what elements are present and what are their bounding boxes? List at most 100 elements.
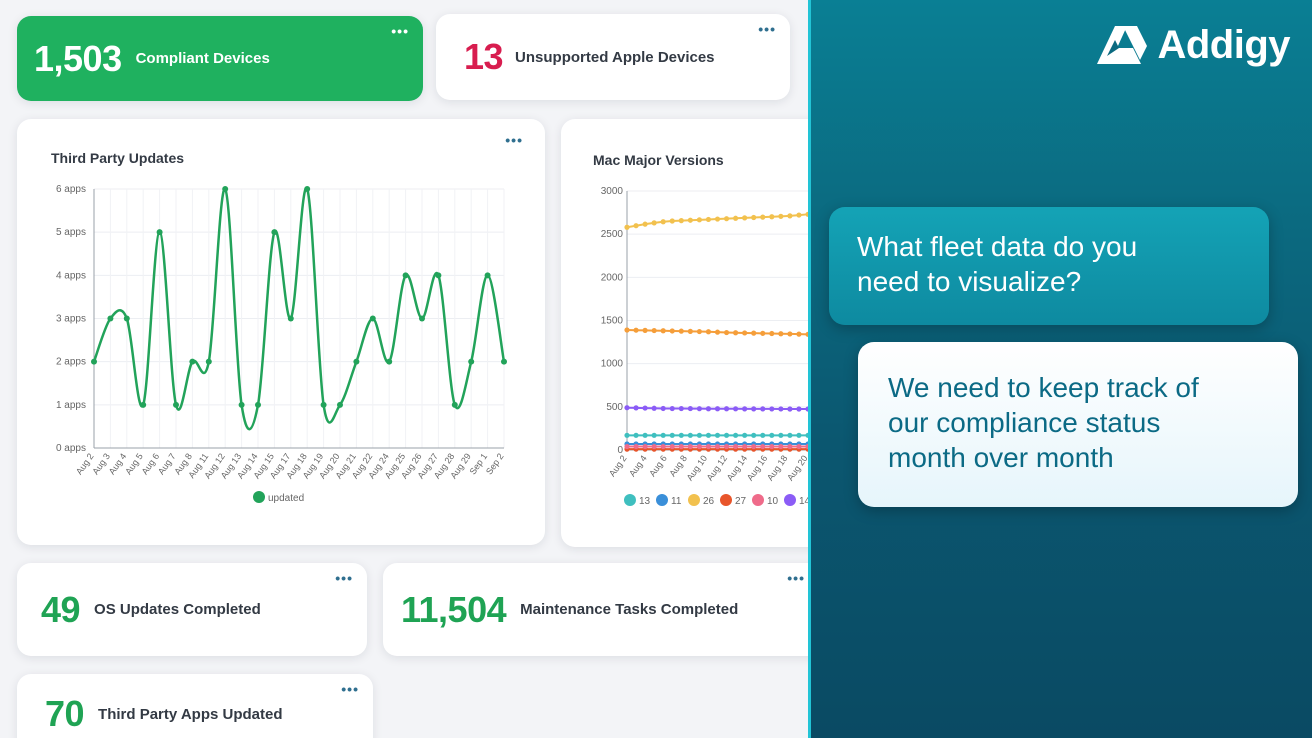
data-point bbox=[769, 214, 775, 220]
data-point bbox=[107, 315, 114, 322]
data-point bbox=[723, 406, 730, 412]
brand: Addigy bbox=[1093, 22, 1290, 68]
legend-swatch bbox=[720, 494, 732, 506]
data-point bbox=[642, 221, 648, 227]
data-point bbox=[760, 330, 766, 336]
unsupported-devices-count: 13 bbox=[464, 36, 504, 77]
data-point bbox=[624, 405, 630, 411]
data-point bbox=[222, 186, 229, 192]
data-point bbox=[678, 443, 684, 450]
brand-name: Addigy bbox=[1157, 22, 1290, 67]
data-point bbox=[778, 331, 784, 337]
data-point bbox=[451, 401, 458, 408]
chat-bubble-question: What fleet data do you need to visualize… bbox=[829, 207, 1269, 325]
data-point bbox=[633, 405, 639, 411]
more-options-icon[interactable]: ••• bbox=[787, 571, 805, 585]
data-point bbox=[714, 443, 721, 450]
data-point bbox=[705, 329, 712, 335]
legend-label: updated bbox=[268, 493, 304, 504]
unsupported-devices-card[interactable]: ••• 13 Unsupported Apple Devices bbox=[436, 14, 790, 100]
more-options-icon[interactable]: ••• bbox=[335, 571, 353, 585]
data-point bbox=[633, 223, 639, 229]
data-point bbox=[320, 401, 327, 408]
maintenance-tasks-card[interactable]: ••• 11,504 Maintenance Tasks Completed bbox=[383, 563, 823, 656]
data-point bbox=[742, 330, 748, 336]
data-point bbox=[687, 443, 693, 450]
data-point bbox=[696, 406, 702, 412]
data-point bbox=[787, 443, 793, 450]
legend-swatch bbox=[656, 494, 668, 506]
data-point bbox=[733, 432, 739, 438]
legend-swatch bbox=[688, 494, 700, 506]
compliant-devices-card[interactable]: ••• 1,503 Compliant Devices bbox=[17, 16, 423, 101]
data-point bbox=[660, 328, 666, 334]
data-point bbox=[742, 432, 748, 438]
data-point bbox=[751, 406, 757, 412]
x-tick-label: Aug 6 bbox=[647, 453, 669, 478]
y-tick-label: 2000 bbox=[601, 272, 624, 283]
compliant-devices-label: Compliant Devices bbox=[135, 50, 270, 67]
third-party-apps-count: 70 bbox=[45, 693, 85, 734]
data-point bbox=[778, 432, 784, 438]
data-point bbox=[468, 358, 475, 365]
x-tick-label: Sep 2 bbox=[484, 451, 506, 476]
os-updates-card[interactable]: ••• 49 OS Updates Completed bbox=[17, 563, 367, 656]
y-tick-label: 4 apps bbox=[56, 270, 86, 281]
data-point bbox=[742, 215, 748, 221]
third-party-apps-card[interactable]: ••• 70 Third Party Apps Updated bbox=[17, 674, 373, 738]
data-point bbox=[678, 405, 684, 412]
more-options-icon[interactable]: ••• bbox=[758, 22, 776, 36]
chat-question-line: need to visualize? bbox=[857, 266, 1082, 297]
data-point bbox=[156, 229, 163, 236]
y-tick-label: 3 apps bbox=[56, 314, 86, 325]
data-point bbox=[705, 432, 712, 438]
data-point bbox=[733, 330, 739, 336]
data-point bbox=[796, 406, 802, 412]
data-point bbox=[624, 432, 630, 438]
data-point bbox=[796, 443, 802, 450]
data-point bbox=[796, 432, 802, 438]
data-point bbox=[733, 215, 739, 221]
data-point bbox=[651, 220, 657, 226]
data-point bbox=[751, 443, 757, 450]
maintenance-tasks-label: Maintenance Tasks Completed bbox=[520, 601, 739, 618]
series-line-updated bbox=[92, 186, 506, 431]
x-tick-label: Aug 2 bbox=[607, 453, 629, 478]
data-point bbox=[633, 443, 639, 450]
data-point bbox=[733, 443, 739, 450]
legend-label: 27 bbox=[735, 496, 747, 507]
data-point bbox=[687, 405, 693, 412]
data-point bbox=[760, 214, 766, 220]
data-point bbox=[760, 432, 766, 438]
data-point bbox=[435, 272, 442, 279]
data-point bbox=[189, 358, 196, 365]
y-tick-label: 3000 bbox=[601, 186, 624, 197]
data-point bbox=[723, 329, 730, 336]
y-tick-label: 500 bbox=[606, 402, 623, 413]
data-point bbox=[723, 432, 730, 438]
data-point bbox=[733, 406, 739, 412]
data-point bbox=[369, 315, 376, 322]
data-point bbox=[678, 328, 684, 334]
chat-answer-line: month over month bbox=[888, 442, 1114, 473]
data-point bbox=[123, 315, 130, 322]
data-point bbox=[304, 186, 311, 192]
data-point bbox=[705, 216, 712, 223]
data-point bbox=[642, 327, 648, 333]
data-point bbox=[624, 443, 630, 450]
data-point bbox=[651, 405, 657, 411]
data-point bbox=[705, 443, 712, 450]
data-point bbox=[238, 401, 245, 408]
legend-label: 13 bbox=[639, 496, 651, 507]
data-point bbox=[353, 358, 360, 365]
data-point bbox=[696, 443, 702, 450]
y-tick-label: 1000 bbox=[601, 359, 624, 370]
legend-swatch bbox=[784, 494, 796, 506]
data-point bbox=[705, 406, 712, 412]
data-point bbox=[751, 432, 757, 438]
os-updates-label: OS Updates Completed bbox=[94, 601, 261, 618]
data-point bbox=[678, 432, 684, 438]
unsupported-devices-label: Unsupported Apple Devices bbox=[515, 48, 715, 66]
more-options-icon[interactable]: ••• bbox=[341, 682, 359, 696]
more-options-icon[interactable]: ••• bbox=[391, 24, 409, 38]
